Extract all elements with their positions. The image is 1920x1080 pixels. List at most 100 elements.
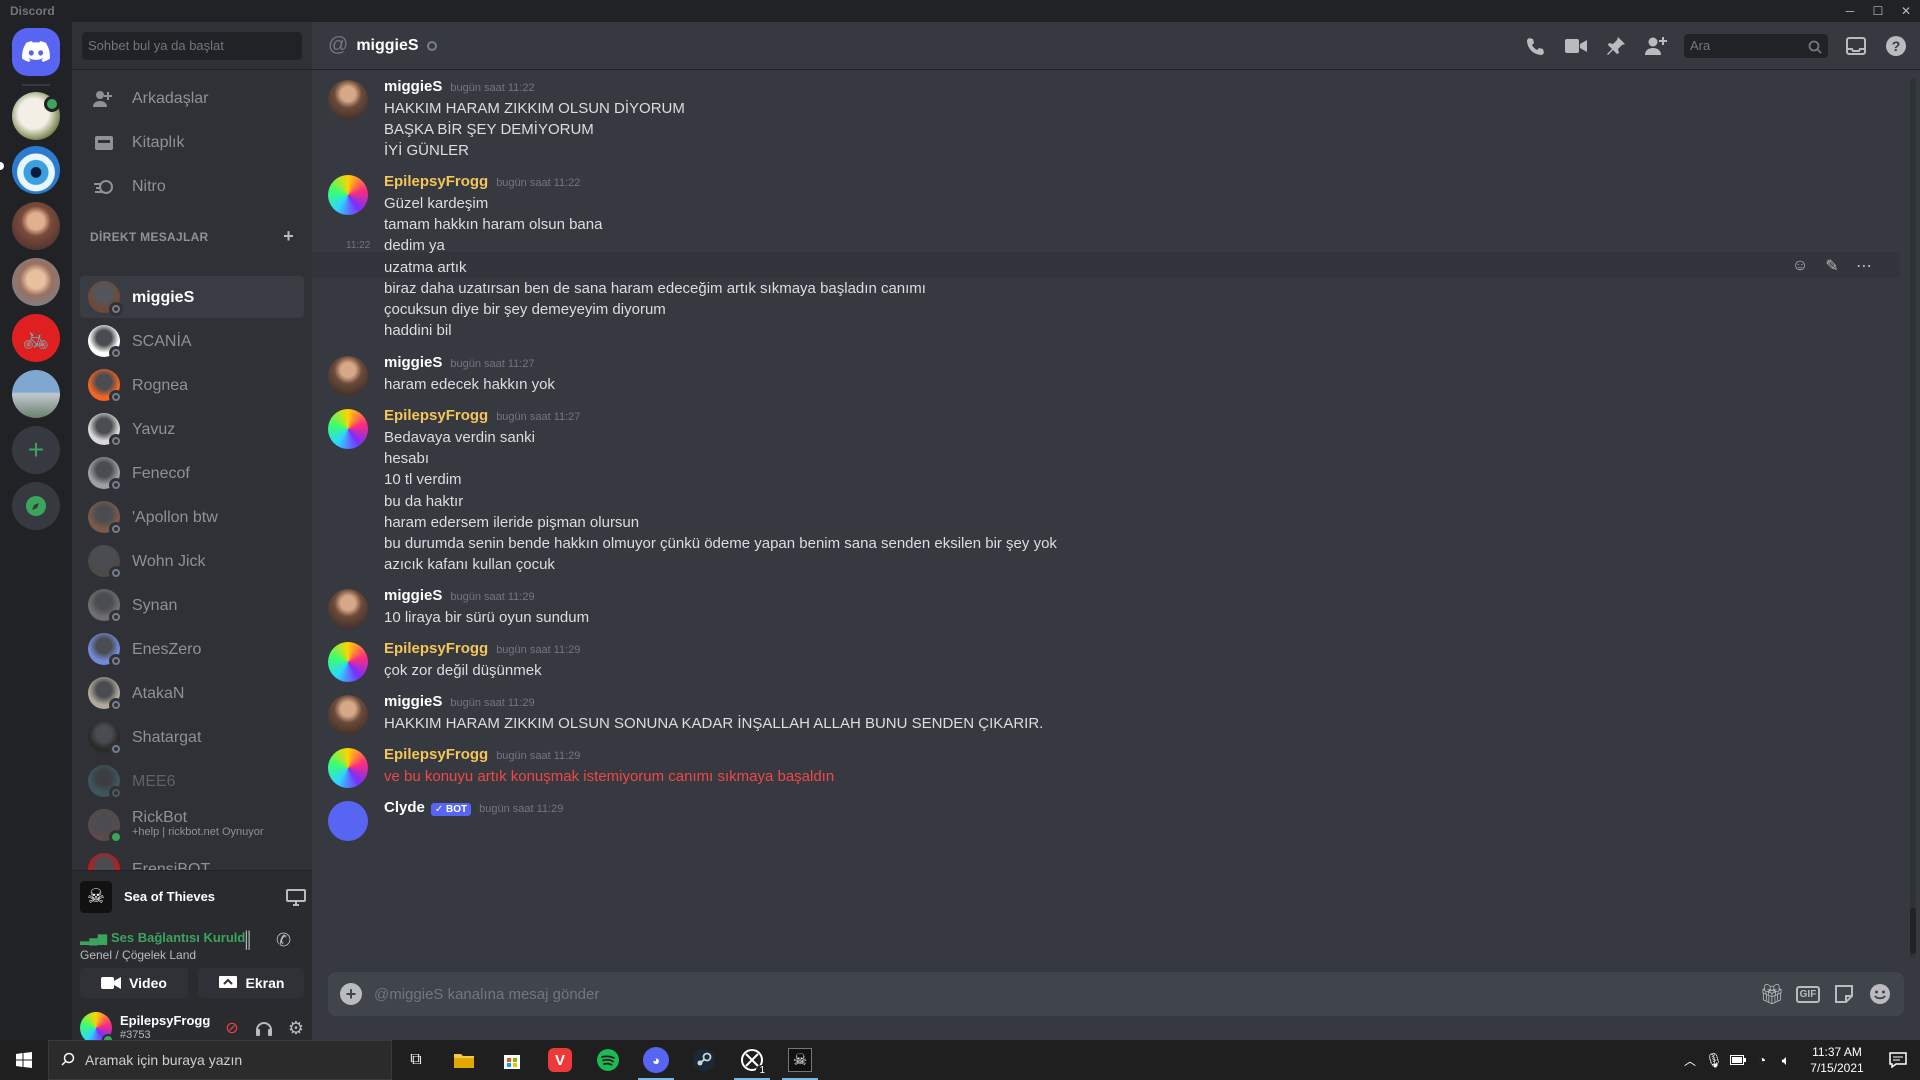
server-bike[interactable]: 🚲 — [12, 314, 60, 362]
dm-item[interactable]: AtakaN — [80, 672, 304, 714]
message-avatar[interactable] — [328, 748, 368, 788]
find-conversation-input[interactable]: Sohbet bul ya da başlat — [82, 32, 302, 60]
nav-friends[interactable]: Arkadaşlar — [80, 78, 304, 120]
home-button[interactable] — [12, 28, 60, 76]
dm-item[interactable]: SCANİA — [80, 320, 304, 362]
dm-header: DİREKT MESAJLAR + — [90, 227, 294, 245]
add-friend-icon[interactable] — [1636, 22, 1676, 70]
dm-item[interactable]: EnesZero — [80, 628, 304, 670]
battery-icon[interactable] — [1726, 1055, 1750, 1065]
voice-call-icon[interactable] — [1516, 22, 1556, 70]
sticker-icon[interactable] — [1826, 972, 1862, 1016]
action-center-icon[interactable] — [1876, 1052, 1920, 1068]
xbox-icon[interactable]: 1 — [728, 1040, 776, 1080]
dm-item[interactable]: 'Apollon btw — [80, 496, 304, 538]
message-avatar[interactable] — [328, 80, 368, 120]
vivaldi-icon[interactable]: V — [536, 1040, 584, 1080]
dm-item[interactable]: RickBot +help | rickbot.net Oynuyor — [80, 804, 304, 846]
store-icon[interactable] — [488, 1040, 536, 1080]
message-author[interactable]: miggieS — [384, 587, 442, 604]
dm-item[interactable]: Wohn Jick — [80, 540, 304, 582]
screen-share-button[interactable]: Ekran — [198, 968, 304, 998]
volume-icon[interactable]: 🔈︎ — [1774, 1052, 1798, 1069]
wifi-icon[interactable]: ◔ — [1750, 1052, 1774, 1068]
dm-item[interactable]: Rognea — [80, 364, 304, 406]
message-composer[interactable]: + @miggieS kanalına mesaj gönder 🎁︎ GIF — [328, 972, 1904, 1016]
message-input[interactable]: @miggieS kanalına mesaj gönder — [374, 986, 1754, 1003]
sea-of-thieves-icon[interactable]: ☠ — [776, 1040, 824, 1080]
gift-icon[interactable]: 🎁︎ — [1754, 972, 1790, 1016]
inbox-icon[interactable] — [1836, 22, 1876, 70]
minimize-icon[interactable]: ─ — [1836, 0, 1864, 22]
message-avatar[interactable] — [328, 801, 368, 841]
dm-item[interactable]: MEE6 — [80, 760, 304, 802]
microphone-icon[interactable]: 🎙︎ — [1702, 1052, 1726, 1069]
friends-icon — [92, 87, 116, 111]
attach-plus-icon[interactable]: + — [340, 983, 362, 1005]
dm-item[interactable]: miggieS✕ — [80, 276, 304, 318]
maximize-icon[interactable]: ☐ — [1864, 0, 1892, 22]
more-options-icon[interactable]: ⋯ — [1848, 254, 1880, 278]
video-call-icon[interactable] — [1556, 22, 1596, 70]
server-face[interactable] — [12, 258, 60, 306]
discord-taskbar-icon[interactable]: ◕ — [632, 1040, 680, 1080]
file-explorer-icon[interactable] — [440, 1040, 488, 1080]
server-eye[interactable] — [12, 146, 60, 194]
message-author[interactable]: EpilepsyFrogg — [384, 746, 488, 763]
dm-text: Rognea — [132, 377, 188, 393]
nav-library[interactable]: Kitaplık — [80, 122, 304, 164]
server-portrait[interactable] — [12, 202, 60, 250]
add-server-button[interactable]: + — [12, 426, 60, 474]
message-author[interactable]: Clyde — [384, 799, 425, 816]
message-avatar[interactable] — [328, 642, 368, 682]
nav-nitro[interactable]: Nitro — [80, 166, 304, 208]
steam-icon[interactable] — [680, 1040, 728, 1080]
settings-gear-icon[interactable]: ⚙ — [280, 1018, 312, 1039]
message-author[interactable]: EpilepsyFrogg — [384, 640, 488, 657]
message-author[interactable]: miggieS — [384, 693, 442, 710]
scrollbar-thumb[interactable] — [1910, 908, 1916, 954]
dm-sidebar: Sohbet bul ya da başlat Arkadaşlar Kitap… — [72, 22, 312, 1054]
message-header: EpilepsyFrogg bugün saat 11:29 — [384, 640, 580, 660]
close-icon[interactable]: ✕ — [1892, 0, 1920, 22]
spotify-icon[interactable] — [584, 1040, 632, 1080]
dm-item[interactable]: Yavuz — [80, 408, 304, 450]
svg-text:?: ? — [1892, 38, 1901, 54]
dm-item[interactable]: Synan — [80, 584, 304, 626]
taskbar-search[interactable]: Aramak için buraya yazın — [48, 1040, 392, 1080]
message-author[interactable]: EpilepsyFrogg — [384, 173, 488, 190]
message-avatar[interactable] — [328, 695, 368, 735]
dm-item[interactable]: Shatargat — [80, 716, 304, 758]
explore-servers-button[interactable] — [12, 482, 60, 530]
headphones-icon[interactable] — [248, 1019, 280, 1037]
show-hidden-icons-icon[interactable]: ︿ — [1678, 1052, 1702, 1069]
taskbar-clock[interactable]: 11:37 AM 7/15/2021 — [1798, 1044, 1876, 1076]
message-avatar[interactable] — [328, 175, 368, 215]
header-search-input[interactable]: Ara — [1684, 34, 1828, 58]
scrollbar[interactable] — [1910, 78, 1916, 958]
edit-icon[interactable]: ✎ — [1816, 254, 1848, 278]
gif-button[interactable]: GIF — [1790, 972, 1826, 1016]
emoji-icon[interactable] — [1862, 972, 1898, 1016]
message-avatar[interactable] — [328, 356, 368, 396]
message-avatar[interactable] — [328, 409, 368, 449]
video-button[interactable]: Video — [80, 968, 188, 998]
task-view-icon[interactable]: ⧉ — [392, 1040, 440, 1080]
create-dm-icon[interactable]: + — [283, 227, 294, 245]
server-landscape[interactable] — [12, 370, 60, 418]
message-author[interactable]: EpilepsyFrogg — [384, 407, 488, 424]
help-icon[interactable]: ? — [1876, 22, 1916, 70]
message-avatar[interactable] — [328, 589, 368, 629]
pin-icon[interactable] — [1596, 22, 1636, 70]
message-line: HAKKIM HARAM ZIKKIM OLSUN SONUNA KADAR İ… — [384, 715, 1044, 732]
add-reaction-icon[interactable]: ☺ — [1784, 254, 1816, 278]
message-author[interactable]: miggieS — [384, 78, 442, 95]
stream-game-icon[interactable] — [280, 888, 312, 906]
muted-mic-icon[interactable]: ⊘ — [216, 1018, 248, 1038]
voice-channel[interactable]: Genel / Çögelek Land — [80, 948, 196, 962]
dm-item[interactable]: Fenecof — [80, 452, 304, 494]
message-author[interactable]: miggieS — [384, 354, 442, 371]
noise-suppression-icon[interactable]: ║ — [242, 932, 253, 950]
windows-start-icon[interactable] — [0, 1040, 48, 1080]
disconnect-icon[interactable]: ✆ — [276, 930, 291, 951]
